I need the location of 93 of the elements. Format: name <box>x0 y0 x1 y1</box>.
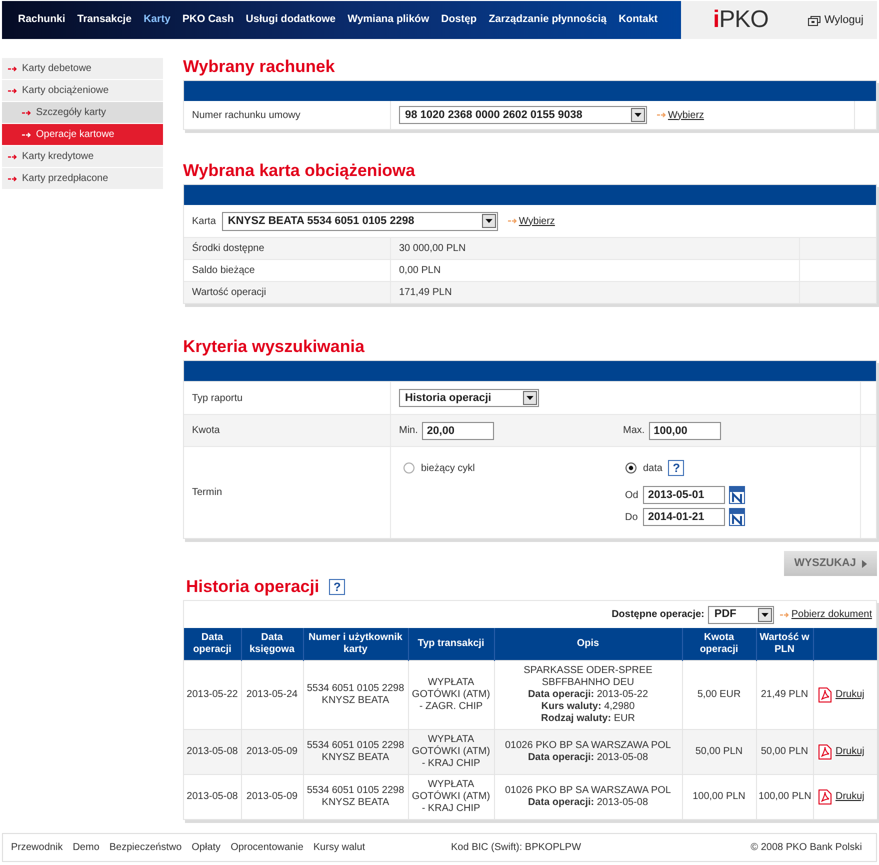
nav-tab[interactable]: PKO Cash <box>182 12 234 28</box>
field-label: Numer rachunku umowy <box>192 108 300 122</box>
logout-icon <box>808 14 822 26</box>
radio-button[interactable] <box>625 462 637 474</box>
sidebar-item[interactable]: Karty kredytowe <box>2 146 163 167</box>
help-button[interactable]: ? <box>668 460 684 476</box>
caret-icon <box>523 391 537 405</box>
field-label: Wartość operacji <box>192 286 266 300</box>
select-link[interactable]: Wybierz <box>518 214 555 228</box>
section-title: Kryteria wyszukiwania <box>183 338 366 356</box>
input-field[interactable]: 20,00 <box>422 422 494 440</box>
nav-tab[interactable]: Dostęp <box>441 12 477 28</box>
nav-tab[interactable]: Karty <box>144 12 170 28</box>
print-link[interactable]: Drukuj <box>836 687 864 702</box>
input-field[interactable]: 2014-01-21 <box>643 508 725 526</box>
field-label: Typ raportu <box>192 392 243 406</box>
caret-icon <box>758 608 772 622</box>
field-label: Dostępne operacje: <box>612 608 704 622</box>
table-cell: 100,00 PLN <box>756 774 813 818</box>
table-cell: 2013-05-09 <box>241 774 303 818</box>
table-cell: 01026 PKO BP SA WARSZAWA POL Data operacji: 2013-05-08 <box>494 774 682 818</box>
field-label: Min. <box>399 424 418 438</box>
caret-icon <box>631 108 645 122</box>
calendar-icon <box>729 486 745 504</box>
arrow-icon <box>8 154 17 160</box>
triangle-icon <box>862 560 867 568</box>
field-label: Do <box>625 510 639 524</box>
radio-button[interactable] <box>403 462 415 474</box>
arrow-icon <box>8 66 17 72</box>
arrow-icon <box>508 218 517 224</box>
nav-tab[interactable]: Usługi dodatkowe <box>246 12 336 28</box>
dropdown[interactable]: Historia operacji <box>399 389 539 407</box>
sidebar-item[interactable]: Karty debetowe <box>2 58 163 79</box>
field-value: 171,49 PLN <box>399 286 452 300</box>
sidebar-item[interactable]: Operacje kartowe <box>2 124 163 145</box>
input-field[interactable]: 100,00 <box>648 422 721 440</box>
arrow-icon <box>780 612 790 618</box>
select-link[interactable]: Wybierz <box>668 108 704 122</box>
field-label: Środki dostępne <box>192 241 264 256</box>
field-label: Max. <box>623 424 645 438</box>
logo: iPKO <box>713 8 768 32</box>
arrow-icon <box>22 132 31 138</box>
field-value: 0,00 PLN <box>399 264 441 278</box>
nav-tab[interactable]: Wymiana plików <box>348 12 430 28</box>
caret-icon <box>482 214 496 228</box>
footer-link[interactable]: Demo <box>72 840 100 855</box>
nav-tab[interactable]: Rachunki <box>18 12 66 28</box>
radio-label: bieżący cykl <box>421 462 475 476</box>
print-link[interactable]: Drukuj <box>836 789 864 804</box>
sidebar-item[interactable]: Karty przedpłacone <box>2 168 163 189</box>
field-label: Od <box>625 488 639 502</box>
search-button[interactable]: WYSZUKAJ <box>784 551 877 576</box>
field-label: Saldo bieżące <box>192 264 255 278</box>
footer-link[interactable]: Przewodnik <box>11 840 63 855</box>
help-button[interactable]: ? <box>329 579 346 595</box>
field-label: Karta <box>192 214 216 228</box>
field-label: Kwota <box>192 424 220 438</box>
footer-link[interactable]: Bezpieczeństwo <box>109 840 182 855</box>
dropdown[interactable]: PDF <box>708 606 774 624</box>
section-title: Wybrany rachunek <box>183 58 336 76</box>
nav-tab[interactable]: Kontakt <box>618 12 658 28</box>
footer-link[interactable]: Kursy walut <box>313 840 366 855</box>
footer-link[interactable]: Opłaty <box>192 840 221 855</box>
radio-label: data <box>643 462 662 476</box>
section-title: Historia operacji <box>186 578 320 596</box>
arrow-icon <box>657 112 666 118</box>
table-cell: 100,00 PLN <box>682 774 756 818</box>
sidebar-item[interactable]: Karty obciążeniowe <box>2 80 163 101</box>
dropdown[interactable]: KNYSZ BEATA 5534 6051 0105 2298 <box>222 212 498 230</box>
nav-tab[interactable]: Zarządzanie płynnością <box>488 12 607 28</box>
nav-tab[interactable]: Transakcje <box>77 12 132 28</box>
dropdown[interactable]: 98 1020 2368 0000 2602 0155 9038 <box>399 106 647 124</box>
select-link[interactable]: Pobierz dokument <box>791 607 872 622</box>
logout-link[interactable]: Wyloguj <box>824 12 864 28</box>
footer-link[interactable]: Oprocentowanie <box>230 840 304 855</box>
field-value: 30 000,00 PLN <box>399 242 466 256</box>
arrow-icon <box>8 88 17 94</box>
pdf-icon <box>818 686 832 702</box>
input-field[interactable]: 2013-05-01 <box>643 486 725 504</box>
bic-code: Kod BIC (Swift): BPKOPLPW <box>451 841 582 855</box>
section-title: Wybrana karta obciążeniowa <box>183 162 416 180</box>
table-cell: WYPŁATA GOTÓWKI (ATM) - KRAJ CHIP <box>408 774 494 818</box>
field-label: Termin <box>192 486 222 500</box>
copyright: © 2008 PKO Bank Polski <box>750 841 862 855</box>
table-cell: 5534 6051 0105 2298 KNYSZ BEATA <box>303 774 408 818</box>
arrow-icon <box>22 110 31 116</box>
table-cell: 2013-05-08 <box>184 774 241 818</box>
arrow-icon <box>8 176 17 182</box>
pdf-icon <box>818 788 832 804</box>
sidebar-item[interactable]: Szczegóły karty <box>2 102 163 123</box>
print-link[interactable]: Drukuj <box>836 744 864 759</box>
pdf-icon <box>818 744 832 760</box>
calendar-icon <box>729 508 745 526</box>
